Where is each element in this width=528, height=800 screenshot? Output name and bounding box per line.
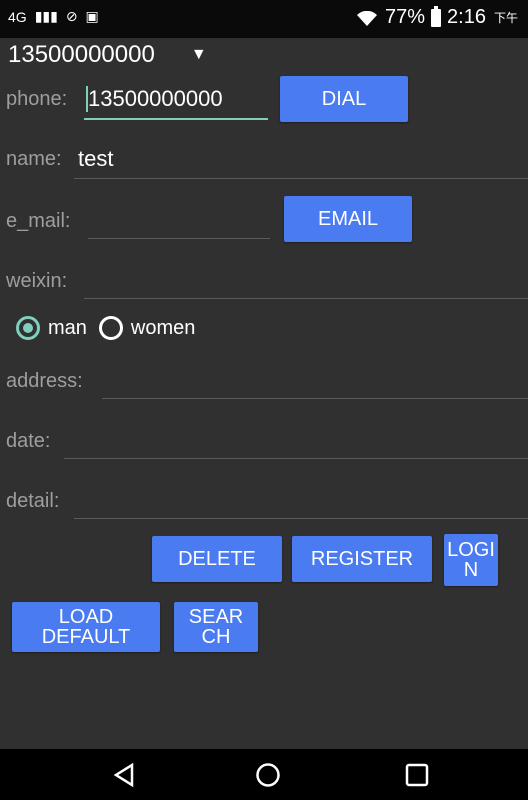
email-field[interactable] (88, 238, 270, 239)
image-notification-icon: ▣ (85, 8, 99, 24)
back-icon[interactable] (112, 762, 138, 788)
email-button[interactable]: EMAIL (284, 196, 412, 242)
login-label-line1: LOGI (447, 539, 495, 561)
dial-button[interactable]: DIAL (280, 76, 408, 122)
search-button[interactable]: SEAR CH (174, 602, 258, 652)
radio-women-label[interactable]: women (131, 317, 195, 340)
address-field[interactable] (102, 398, 528, 399)
dropdown-arrow-icon: ▼ (190, 46, 207, 63)
status-left-icons: 4G ▮▮▮ ⊘ ▣ (8, 8, 99, 25)
phone-field[interactable]: 13500000000 (88, 86, 223, 112)
home-icon[interactable] (255, 762, 281, 788)
detail-field[interactable] (74, 518, 528, 519)
phone-spinner[interactable]: 13500000000 ▼ (8, 38, 268, 72)
load-default-label-line1: LOAD (58, 606, 114, 628)
phone-label: phone: (6, 88, 68, 110)
battery-icon (431, 5, 442, 27)
name-field-underline (74, 178, 528, 179)
signal-icon: ▮▮▮ (34, 8, 58, 24)
email-label: e_mail: (6, 210, 71, 232)
phone-field-underline (84, 118, 268, 120)
weixin-label: weixin: (6, 270, 68, 292)
spinner-value: 13500000000 (8, 41, 155, 68)
name-label: name: (6, 148, 62, 170)
date-field[interactable] (64, 458, 528, 459)
delete-button[interactable]: DELETE (152, 536, 282, 582)
status-right: 77% 2:16 下午 (355, 5, 518, 29)
login-button[interactable]: LOGI N (444, 534, 498, 586)
network-label: 4G (8, 8, 27, 25)
search-label-line2: CH (201, 626, 231, 648)
login-label-line2: N (463, 559, 479, 581)
clock: 2:16 (447, 6, 486, 28)
detail-label: detail: (6, 490, 60, 512)
radio-man-label[interactable]: man (48, 317, 87, 340)
load-default-label-line2: DEFAULT (41, 626, 131, 648)
wifi-off-icon: ⊘ (65, 8, 78, 24)
search-label-line1: SEAR (188, 606, 244, 628)
status-bar: 4G ▮▮▮ ⊘ ▣ 77% 2:16 下午 (0, 0, 528, 38)
register-button[interactable]: REGISTER (292, 536, 432, 582)
navigation-bar (0, 749, 528, 800)
weixin-field[interactable] (84, 298, 528, 299)
wifi-icon (355, 10, 379, 26)
recents-icon[interactable] (404, 762, 430, 788)
radio-man[interactable] (16, 316, 40, 340)
gender-radio-group: man women (16, 316, 207, 340)
radio-women[interactable] (98, 316, 123, 340)
clock-period: 下午 (493, 11, 518, 25)
name-field[interactable]: test (78, 146, 113, 172)
date-label: date: (6, 430, 51, 452)
load-default-button[interactable]: LOAD DEFAULT (12, 602, 160, 652)
battery-percent: 77% (385, 6, 426, 28)
address-label: address: (6, 370, 83, 392)
